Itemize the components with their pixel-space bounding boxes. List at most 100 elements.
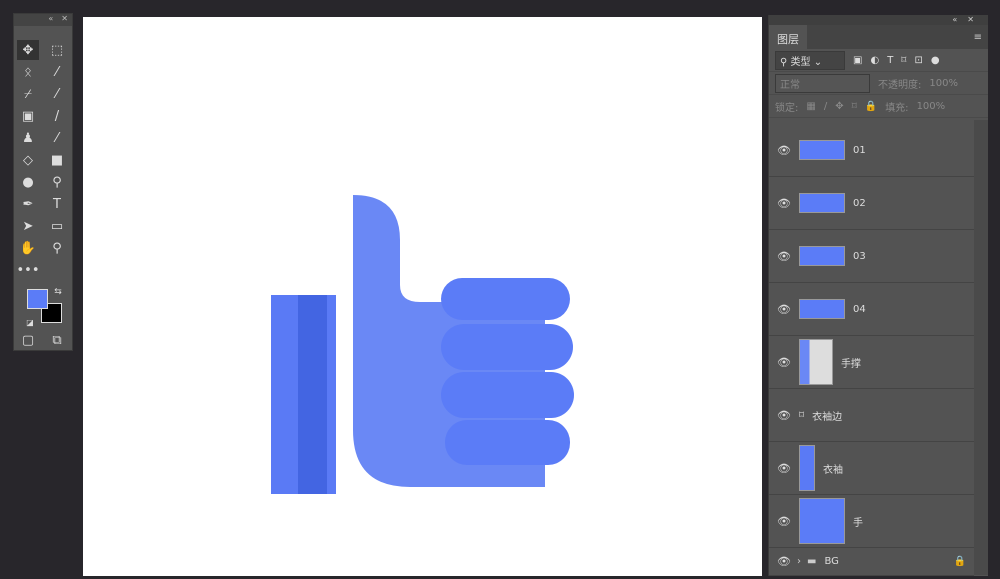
healing-tool-icon[interactable]: ▣ [17, 106, 39, 126]
filter-adjustment-icon[interactable]: ◐ [870, 55, 879, 66]
layers-panel: «✕ 图层 ≡ ⚲ 类型 ⌄ ▣ ◐ T ⌑ ⊡ ● 正常 不透明度: 100% 锁定: ▦… [768, 15, 988, 576]
layer-thumbnail [799, 193, 845, 213]
hand-tool-icon[interactable]: ✋ [17, 238, 39, 258]
tab-layers[interactable]: 图层 [769, 25, 807, 49]
swap-colors-icon[interactable]: ⇆ [52, 282, 64, 302]
layer-row[interactable]: 👁 03 [769, 230, 974, 283]
folder-icon: ▬ [807, 556, 817, 567]
screen-mode-icon[interactable]: ⧉ [46, 330, 68, 350]
history-brush-tool-icon[interactable]: ⁄ [46, 128, 68, 148]
filter-toggle-icon[interactable]: ● [931, 55, 940, 66]
rectangle-tool-icon[interactable]: ▭ [46, 216, 68, 236]
layer-thumbnail [799, 246, 845, 266]
filter-select[interactable]: ⚲ 类型 ⌄ [775, 50, 845, 70]
filter-type-icon[interactable]: T [887, 55, 893, 66]
visibility-eye-icon[interactable]: 👁 [777, 356, 791, 369]
foreground-color-overlay [27, 289, 48, 309]
tools-panel: «✕ ✥ ⬚ ᛟ ⁄ ⌿ ⁄ ▣ / ♟ ⁄ ◇ ■ ● ⚲ ✒ T ➤ ▭ ✋… [13, 13, 73, 351]
layer-name: 03 [853, 250, 866, 262]
layer-row[interactable]: 👁 ⌑ 衣袖边 [769, 389, 974, 442]
pen-tool-icon[interactable]: ✒ [17, 194, 39, 214]
visibility-eye-icon[interactable]: 👁 [777, 250, 791, 263]
layers-scrollbar[interactable] [974, 120, 988, 575]
quick-mask-icon[interactable]: ▢ [17, 330, 39, 350]
layer-thumbnail [799, 299, 845, 319]
filter-smart-object-icon[interactable]: ⊡ [914, 55, 922, 66]
visibility-eye-icon[interactable]: 👁 [777, 303, 791, 316]
visibility-eye-icon[interactable]: 👁 [777, 144, 791, 157]
fill-label: 填充: [885, 102, 909, 114]
lasso-tool-icon[interactable]: ᛟ [17, 62, 39, 82]
visibility-eye-icon[interactable]: 👁 [777, 462, 791, 475]
finger-04 [445, 420, 570, 465]
layer-name: 04 [853, 303, 866, 315]
layers-panel-header: «✕ [769, 15, 988, 25]
magic-wand-tool-icon[interactable]: ⁄ [46, 62, 68, 82]
collapse-icon[interactable]: « [48, 14, 53, 26]
document-canvas[interactable] [83, 17, 762, 576]
lock-label: 锁定: [775, 102, 799, 114]
fill-input[interactable]: 100% [917, 101, 946, 112]
more-tools-icon[interactable]: ••• [17, 260, 40, 280]
default-colors-icon[interactable]: ◪ [24, 312, 36, 332]
lock-transparent-icon[interactable]: ▦ [806, 101, 815, 112]
marquee-tool-icon[interactable]: ⬚ [46, 40, 68, 60]
finger-03 [441, 372, 574, 418]
brush-tool-icon[interactable]: / [46, 106, 68, 126]
layer-row[interactable]: 👁 衣袖 [769, 442, 974, 495]
filter-pixel-icon[interactable]: ▣ [853, 55, 862, 66]
close-icon[interactable]: ✕ [61, 14, 68, 26]
eyedropper-tool-icon[interactable]: ⁄ [46, 84, 68, 104]
thumbs-up-illustration [271, 195, 574, 494]
gradient-tool-icon[interactable]: ■ [46, 150, 68, 170]
expand-chevron-icon[interactable]: › [797, 556, 801, 567]
collapse-icon[interactable]: « [952, 15, 957, 25]
path-select-tool-icon[interactable]: ➤ [17, 216, 39, 236]
stamp-tool-icon[interactable]: ♟ [17, 128, 39, 148]
close-icon[interactable]: ✕ [967, 15, 974, 25]
blend-mode-select[interactable]: 正常 [775, 73, 870, 93]
layer-name: 衣袖 [823, 464, 843, 476]
sleeve-stripe [298, 295, 327, 494]
layer-thumbnail [799, 445, 815, 491]
layer-thumbnail [799, 498, 845, 544]
tools-panel-header: «✕ [14, 14, 72, 26]
move-tool-icon[interactable]: ✥ [17, 40, 39, 60]
eraser-tool-icon[interactable]: ◇ [17, 150, 39, 170]
layer-row[interactable]: 👁 04 [769, 283, 974, 336]
layer-row[interactable]: 👁 手 [769, 495, 974, 548]
crop-tool-icon[interactable]: ⌿ [17, 84, 39, 104]
type-tool-icon[interactable]: T [46, 194, 68, 214]
layer-thumbnail [799, 339, 833, 385]
visibility-eye-icon[interactable]: 👁 [777, 409, 791, 422]
layer-name: 02 [853, 197, 866, 209]
opacity-input[interactable]: 100% [929, 78, 958, 89]
lock-pixels-icon[interactable]: / [824, 101, 827, 112]
filter-shape-icon[interactable]: ⌑ [901, 55, 906, 66]
lock-artboard-icon[interactable]: ⌑ [852, 101, 857, 112]
dodge-tool-icon[interactable]: ⚲ [46, 172, 68, 192]
lock-position-icon[interactable]: ✥ [835, 101, 843, 112]
panel-menu-icon[interactable]: ≡ [974, 32, 982, 43]
group-row[interactable]: 👁 › ▬ BG 🔒 [769, 548, 974, 576]
group-name: BG [824, 556, 839, 567]
visibility-eye-icon[interactable]: 👁 [777, 555, 791, 568]
visibility-eye-icon[interactable]: 👁 [777, 197, 791, 210]
visibility-eye-icon[interactable]: 👁 [777, 515, 791, 528]
filter-value: 类型 [790, 56, 811, 68]
layer-name: 手撑 [841, 358, 861, 370]
blur-tool-icon[interactable]: ● [17, 172, 39, 192]
layer-thumbnail [799, 140, 845, 160]
layer-row[interactable]: 👁 02 [769, 177, 974, 230]
layer-name: 01 [853, 144, 866, 156]
finger-01 [441, 278, 570, 320]
layer-row[interactable]: 👁 手撑 [769, 336, 974, 389]
lock-icon: 🔒 [953, 556, 966, 567]
shape-layer-icon: ⌑ [799, 409, 805, 421]
layer-name: 手 [853, 517, 863, 529]
layer-list: 👁 01 👁 02 👁 03 👁 04 👁 手撑 👁 ⌑ 衣袖边 👁 衣袖 👁 手 👁 › ▬ BG 🔒 [769, 124, 974, 576]
layer-name: 衣袖边 [812, 411, 843, 423]
zoom-tool-icon[interactable]: ⚲ [46, 238, 68, 258]
layer-row[interactable]: 👁 01 [769, 124, 974, 177]
lock-all-icon[interactable]: 🔒 [865, 101, 877, 112]
